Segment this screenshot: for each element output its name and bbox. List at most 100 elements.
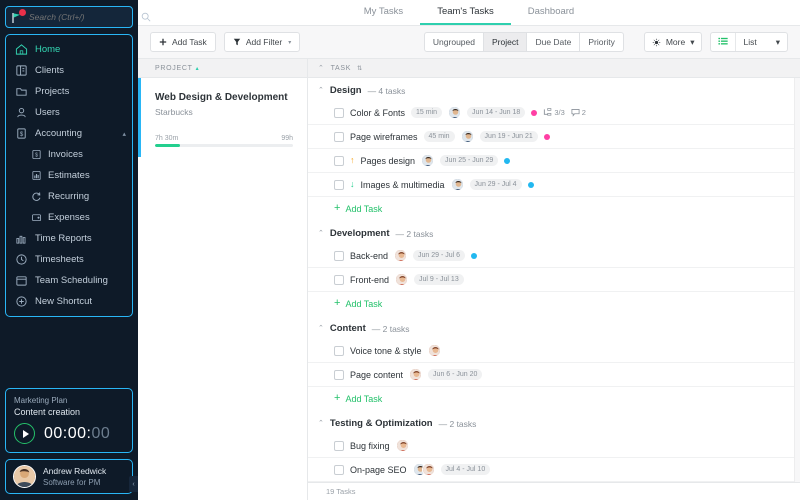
table-row[interactable]: Voice tone & style <box>308 339 800 363</box>
sidebar-item-invoices[interactable]: $ Invoices <box>6 144 132 165</box>
add-task-link[interactable]: + Add Task <box>308 292 800 316</box>
task-count-footer: 19 Tasks <box>308 482 800 500</box>
expenses-icon <box>30 212 42 224</box>
add-task-label: Add Task <box>345 393 383 404</box>
task-list-scroll[interactable]: ⌃ Design — 4 tasks Color & Fonts 15 min … <box>308 78 800 482</box>
list-view-icon-wrap[interactable] <box>711 33 735 51</box>
sidebar-item-clients[interactable]: Clients <box>6 60 132 81</box>
sidebar-item-team-scheduling[interactable]: Team Scheduling <box>6 270 132 291</box>
chevron-left-icon[interactable]: ‹ <box>129 476 138 492</box>
tab-teams-tasks[interactable]: Team's Tasks <box>420 6 511 25</box>
search-input[interactable] <box>29 12 141 22</box>
table-row[interactable]: Page content Jun 6 - Jun 20 <box>308 363 800 387</box>
svg-text:$: $ <box>19 132 23 138</box>
plus-circle-icon <box>14 295 28 309</box>
chevron-up-icon[interactable]: ⌃ <box>318 230 324 237</box>
timer-controls: 00:00:00 <box>14 423 124 444</box>
sort-icon[interactable]: ⇅ <box>357 65 363 72</box>
sidebar-item-new-shortcut[interactable]: New Shortcut <box>6 291 132 312</box>
project-time-total: 99h <box>281 135 293 142</box>
group-by-priority[interactable]: Priority <box>580 32 624 52</box>
task-checkbox[interactable] <box>334 131 344 142</box>
comment-icon <box>571 109 580 117</box>
table-row[interactable]: Back-end Jun 29 - Jul 6 <box>308 244 800 268</box>
timer-display: 00:00:00 <box>44 425 110 443</box>
task-checkbox[interactable] <box>334 464 344 475</box>
table-row[interactable]: On-page SEO Jul 4 - Jul 10 <box>308 458 800 482</box>
task-checkbox[interactable] <box>334 369 344 380</box>
task-checkbox[interactable] <box>334 250 344 261</box>
sidebar-item-label: Users <box>35 107 60 118</box>
group-by-due-date[interactable]: Due Date <box>527 32 581 52</box>
group-header-content[interactable]: ⌃ Content — 2 tasks <box>308 316 800 339</box>
view-label-wrap[interactable]: List ▾ <box>736 33 787 51</box>
sidebar-nav: Home Clients Projects Users $ Accounting… <box>5 34 133 317</box>
sort-ascending-icon[interactable]: ▴ <box>196 65 200 72</box>
table-row[interactable]: ↑ Pages design Jun 25 - Jun 29 <box>308 149 800 173</box>
list-view-icon <box>718 37 729 45</box>
group-header-testing-optimization[interactable]: ⌃ Testing & Optimization — 2 tasks <box>308 411 800 434</box>
add-task-link[interactable]: + Add Task <box>308 197 800 221</box>
task-checkbox[interactable] <box>334 274 344 285</box>
project-column: PROJECT ▴ Web Design & Development Starb… <box>138 59 308 500</box>
sidebar-item-projects[interactable]: Projects <box>6 81 132 102</box>
sidebar-item-expenses[interactable]: Expenses <box>6 207 132 228</box>
svg-text:$: $ <box>35 152 38 158</box>
tab-dashboard[interactable]: Dashboard <box>511 6 591 25</box>
table-row[interactable]: Color & Fonts 15 min Jun 14 - Jun 18 3/3… <box>308 101 800 125</box>
task-checkbox[interactable] <box>334 155 344 166</box>
task-dates: Jul 4 - Jul 10 <box>440 464 491 475</box>
task-checkbox[interactable] <box>334 107 344 118</box>
sidebar-item-estimates[interactable]: Estimates <box>6 165 132 186</box>
sidebar-item-recurring[interactable]: Recurring <box>6 186 132 207</box>
sidebar-item-timesheets[interactable]: Timesheets <box>6 249 132 270</box>
chevron-up-icon[interactable]: ⌃ <box>318 420 324 427</box>
project-card[interactable]: Web Design & Development Starbucks 7h 30… <box>138 78 307 157</box>
table-row[interactable]: ↓ Images & multimedia Jun 29 - Jul 4 <box>308 173 800 197</box>
chevron-up-icon[interactable]: ⌃ <box>318 325 324 332</box>
chevron-up-icon[interactable]: ⌃ <box>318 87 324 94</box>
chevron-up-icon[interactable]: ▴ <box>122 130 126 138</box>
group-header-development[interactable]: ⌃ Development — 2 tasks <box>308 221 800 244</box>
add-filter-button[interactable]: Add Filter ▾ <box>223 32 301 52</box>
tab-my-tasks[interactable]: My Tasks <box>347 6 420 25</box>
more-button[interactable]: More ▾ <box>643 32 703 52</box>
add-task-button[interactable]: Add Task <box>150 32 216 52</box>
toolbar: Add Task Add Filter ▾ Ungrouped Project … <box>138 26 800 59</box>
project-column-header[interactable]: PROJECT ▴ <box>138 59 307 78</box>
group-count: — 2 tasks <box>395 228 434 239</box>
search-icon[interactable] <box>141 12 151 22</box>
recurring-refresh-icon <box>30 191 42 203</box>
task-name: Back-end <box>350 250 389 261</box>
user-profile-card[interactable]: Andrew Redwick Software for PM <box>5 459 133 494</box>
group-header-design[interactable]: ⌃ Design — 4 tasks <box>308 78 800 101</box>
play-icon[interactable] <box>14 423 35 444</box>
group-name: Development <box>329 228 390 239</box>
task-checkbox[interactable] <box>334 345 344 356</box>
sidebar: Home Clients Projects Users <box>0 0 151 500</box>
group-by-ungrouped[interactable]: Ungrouped <box>423 32 484 52</box>
sidebar-item-label: Team Scheduling <box>35 275 108 286</box>
group-by-project[interactable]: Project <box>483 32 528 52</box>
comment-count: 2 <box>571 108 586 117</box>
view-switcher[interactable]: List ▾ <box>710 32 788 52</box>
gear-icon <box>652 37 661 47</box>
sidebar-item-time-reports[interactable]: Time Reports <box>6 228 132 249</box>
table-row[interactable]: Page wireframes 45 min Jun 19 - Jun 21 <box>308 125 800 149</box>
sidebar-item-users[interactable]: Users <box>6 102 132 123</box>
avatar <box>394 249 408 262</box>
timer-widget[interactable]: Marketing Plan Content creation 00:00:00 <box>5 388 133 453</box>
table-row[interactable]: Front-end Jul 9 - Jul 13 <box>308 268 800 292</box>
sidebar-item-accounting[interactable]: $ Accounting ▴ <box>6 123 132 144</box>
group-name: Design <box>329 85 362 96</box>
sidebar-item-label: Home <box>35 44 61 55</box>
table-row[interactable]: Bug fixing <box>308 434 800 458</box>
task-checkbox[interactable] <box>334 440 344 451</box>
collapse-all-icon[interactable]: ⌃ <box>318 65 325 72</box>
add-task-link[interactable]: + Add Task <box>308 387 800 411</box>
sidebar-item-home[interactable]: Home <box>6 39 132 60</box>
vertical-scrollbar[interactable] <box>794 78 800 482</box>
search-bar[interactable] <box>5 6 151 28</box>
task-checkbox[interactable] <box>334 179 344 190</box>
